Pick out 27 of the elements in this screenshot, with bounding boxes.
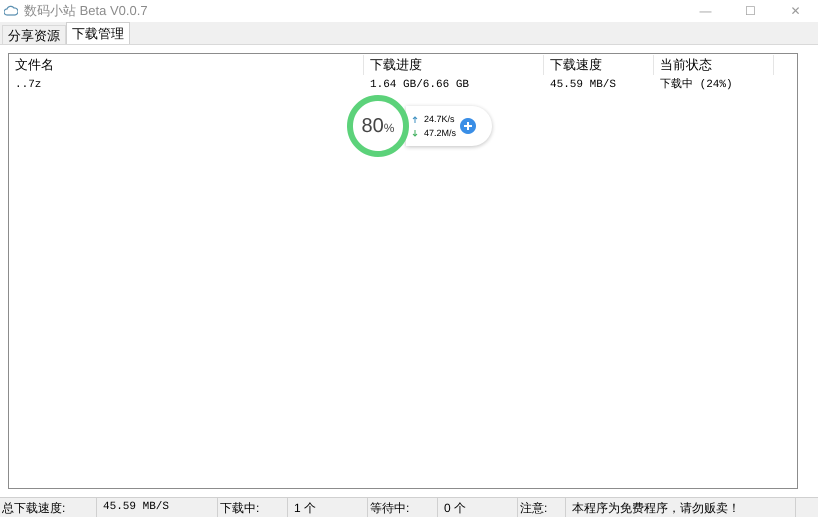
table-cell-text: 45.59 MB/S bbox=[549, 78, 618, 93]
tab[interactable]: 下载管理 bbox=[66, 22, 130, 44]
status-label: 下载中: bbox=[218, 498, 288, 517]
column-header[interactable]: 下载进度 bbox=[364, 55, 544, 75]
status-value: 45.59 MB/S bbox=[97, 498, 218, 517]
window-title: 数码小站 Beta V0.0.7 bbox=[24, 2, 148, 20]
cloud-icon bbox=[4, 5, 18, 17]
plus-icon[interactable] bbox=[460, 118, 476, 134]
speed-widget[interactable]: 80% 24.7K/s 47.2M/s bbox=[346, 94, 492, 158]
status-value: 本程序为免费程序，请勿贩卖！ bbox=[566, 498, 796, 517]
percent-text: 80% bbox=[362, 114, 394, 139]
table-cell-text: ..7z bbox=[14, 78, 42, 93]
table-cell-text: 1.64 GB/6.66 GB bbox=[369, 78, 470, 93]
column-header[interactable]: 文件名 bbox=[9, 55, 364, 75]
status-label: 等待中: bbox=[368, 498, 438, 517]
table-cell-text: 下载中 (24%) bbox=[659, 77, 734, 93]
upload-speed: 24.7K/s bbox=[424, 113, 455, 126]
column-header[interactable]: 当前状态 bbox=[654, 55, 774, 75]
status-value: 0 个 bbox=[438, 498, 518, 517]
up-arrow-icon bbox=[412, 116, 418, 122]
status-value: 1 个 bbox=[288, 498, 368, 517]
tab[interactable]: 分享资源 bbox=[2, 25, 66, 44]
down-arrow-icon bbox=[412, 130, 418, 136]
status-label: 注意: bbox=[518, 498, 566, 517]
status-label: 总下载速度: bbox=[0, 498, 97, 517]
download-speed: 47.2M/s bbox=[424, 127, 456, 140]
column-header[interactable]: 下载速度 bbox=[544, 55, 654, 75]
